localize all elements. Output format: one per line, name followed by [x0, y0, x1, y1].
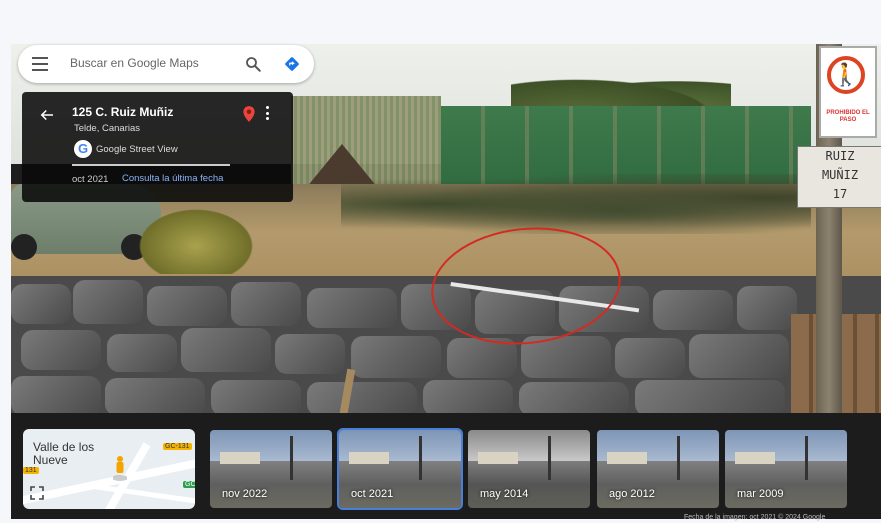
map-pin-icon[interactable] [242, 105, 256, 123]
expand-icon[interactable] [29, 485, 45, 501]
no-pedestrian-icon: 🚶 [827, 56, 865, 94]
hamburger-menu-icon[interactable] [32, 57, 48, 71]
shrubs [341, 174, 811, 234]
timeline-thumb-ago-2012[interactable]: ago 2012 [597, 430, 719, 508]
street-name-plate: RUIZ MUÑIZ 17 [797, 146, 881, 208]
location-info-card: 125 C. Ruiz Muñiz Telde, Canarias G Goog… [22, 92, 293, 202]
minimap[interactable]: GC-131 131 GC Valle de los Nueve [23, 429, 195, 509]
thumb-date: ago 2012 [609, 488, 655, 500]
yellow-plant [131, 204, 261, 274]
directions-icon[interactable] [283, 55, 301, 73]
thumb-date: nov 2022 [222, 488, 268, 500]
latest-date-link[interactable]: Consulta la última fecha [122, 173, 223, 184]
no-entry-sign: 🚶 PROHIBIDO EL PASO [819, 46, 877, 138]
road-tag: 131 [23, 467, 39, 474]
source-label: Google Street View [96, 144, 178, 155]
search-input[interactable] [68, 55, 242, 71]
plate-line: 17 [832, 187, 848, 201]
road-tag: GC-131 [163, 443, 192, 450]
plate-line: RUIZ [825, 149, 855, 163]
capture-date: oct 2021 [72, 174, 109, 185]
timeline-thumb-may-2014[interactable]: may 2014 [468, 430, 590, 508]
locality-text: Telde, Canarias [74, 123, 141, 134]
more-options-icon[interactable] [263, 106, 271, 122]
road-tag: GC [183, 481, 195, 488]
divider [72, 164, 230, 166]
sign-text: PROHIBIDO EL PASO [826, 110, 870, 123]
pegman-icon[interactable] [113, 455, 127, 481]
thumb-date: mar 2009 [737, 488, 784, 500]
address-title: 125 C. Ruiz Muñiz [72, 105, 174, 119]
timeline-thumb-oct-2021[interactable]: oct 2021 [337, 428, 463, 510]
google-logo-icon: G [74, 140, 92, 158]
timeline-thumb-nov-2022[interactable]: nov 2022 [210, 430, 332, 508]
plate-line: MUÑIZ [821, 168, 859, 182]
thumb-date: may 2014 [480, 488, 529, 500]
search-bar [18, 45, 314, 83]
thumb-date: oct 2021 [351, 488, 394, 500]
search-icon[interactable] [244, 55, 262, 73]
minimap-place-name: Valle de los Nueve [33, 440, 95, 467]
timeline-thumb-mar-2009[interactable]: mar 2009 [725, 430, 847, 508]
back-arrow-icon[interactable] [38, 106, 56, 124]
image-date-footer: Fecha de la imagen: oct 2021 © 2024 Goog… [684, 514, 826, 521]
